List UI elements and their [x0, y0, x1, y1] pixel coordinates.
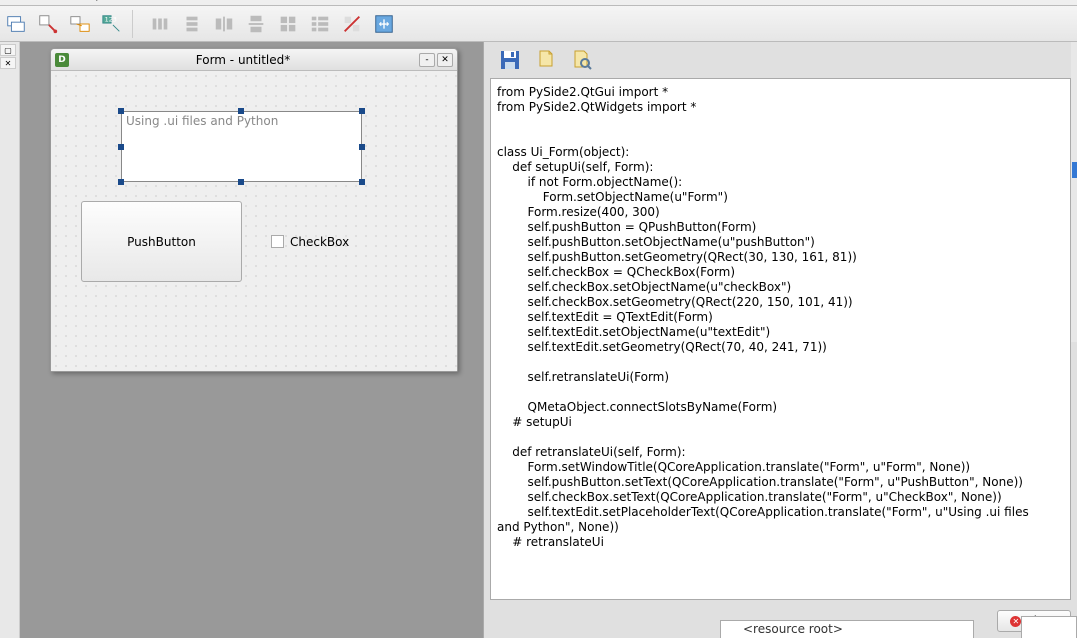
edit-buddies-icon[interactable] [66, 10, 94, 38]
selection-handle[interactable] [359, 108, 365, 114]
break-layout-icon[interactable] [338, 10, 366, 38]
menu-window[interactable]: Window [10, 0, 57, 1]
close-window-button[interactable]: ✕ [437, 53, 453, 67]
main-toolbar: 123 [0, 6, 1077, 42]
layout-vsplitter-icon[interactable] [242, 10, 270, 38]
selection-handle[interactable] [359, 179, 365, 185]
layout-grid-icon[interactable] [274, 10, 302, 38]
right-edge-strip [1071, 42, 1077, 342]
resource-root-field[interactable]: <resource root> [720, 620, 974, 638]
bottom-right-panel [1021, 616, 1077, 638]
form-titlebar[interactable]: D Form - untitled* - ✕ [51, 49, 457, 71]
layout-form-icon[interactable] [306, 10, 334, 38]
left-dock: ▢ ✕ [0, 42, 20, 638]
find-icon[interactable] [568, 46, 596, 74]
selection-handle[interactable] [118, 108, 124, 114]
edit-widgets-icon[interactable] [2, 10, 30, 38]
checkbox-widget[interactable]: CheckBox [271, 221, 372, 262]
menu-help[interactable]: Help [75, 0, 102, 1]
svg-text:123: 123 [105, 15, 117, 23]
textedit-widget[interactable]: Using .ui files and Python [121, 111, 362, 182]
code-toolbar [490, 42, 1071, 78]
layout-vertical-icon[interactable] [178, 10, 206, 38]
edit-tab-order-icon[interactable]: 123 [98, 10, 126, 38]
layout-hsplitter-icon[interactable] [210, 10, 238, 38]
design-surface: D Form - untitled* - ✕ Using .ui files a… [20, 42, 483, 638]
checkbox-box-icon[interactable] [271, 235, 284, 248]
close-icon: ✕ [1010, 616, 1021, 627]
form-window: D Form - untitled* - ✕ Using .ui files a… [50, 48, 458, 372]
code-preview-panel: from PySide2.QtGui import * from PySide2… [483, 42, 1077, 638]
right-accent-marker [1072, 162, 1077, 178]
dock-tab-2[interactable]: ✕ [0, 57, 16, 69]
copy-icon[interactable] [532, 46, 560, 74]
selection-handle[interactable] [118, 144, 124, 150]
selection-handle[interactable] [118, 179, 124, 185]
edit-signals-icon[interactable] [34, 10, 62, 38]
minimize-button[interactable]: - [419, 53, 435, 67]
layout-horizontal-icon[interactable] [146, 10, 174, 38]
code-textarea[interactable]: from PySide2.QtGui import * from PySide2… [490, 78, 1071, 600]
form-app-icon: D [55, 53, 69, 67]
save-icon[interactable] [496, 46, 524, 74]
checkbox-label: CheckBox [290, 235, 349, 249]
selection-handle[interactable] [359, 144, 365, 150]
form-title: Form - untitled* [69, 53, 417, 67]
selection-handle[interactable] [238, 179, 244, 185]
pushbutton-widget[interactable]: PushButton [81, 201, 242, 282]
dock-tab-1[interactable]: ▢ [0, 44, 16, 56]
form-canvas[interactable]: Using .ui files and Python PushButton Ch… [51, 71, 457, 371]
adjust-size-icon[interactable] [370, 10, 398, 38]
selection-handle[interactable] [238, 108, 244, 114]
